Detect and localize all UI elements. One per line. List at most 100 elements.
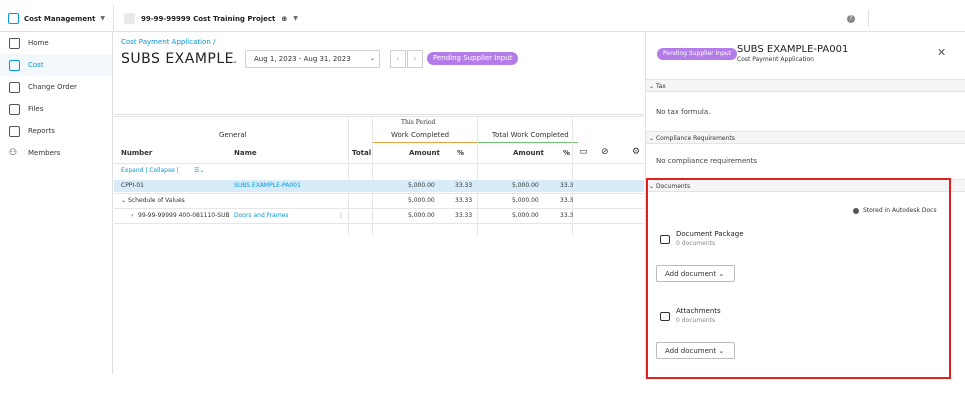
settings-icon[interactable]: ⚙ — [632, 147, 640, 157]
date-range-select[interactable]: Aug 1, 2023 - Aug 31, 2023 — [245, 50, 380, 68]
row-pct: 33.33 — [455, 182, 473, 189]
col-name-header[interactable]: Name — [234, 149, 257, 157]
detail-panel: Pending Supplier Input SUBS EXAMPLE-PA00… — [645, 32, 965, 379]
top-bar: Cost Management ▼ 99-99-99999 Cost Train… — [0, 5, 965, 32]
table-row[interactable]: CPPI-01 SUBS EXAMPLE-PA001 5,000.00 33.3… — [114, 180, 644, 192]
col-number-header[interactable]: Number — [121, 149, 152, 157]
sidebar-item-change-order[interactable]: Change Order — [0, 76, 112, 98]
globe-icon: ⊕ — [281, 14, 288, 23]
compliance-text: No compliance requirements — [656, 157, 757, 165]
prev-period-button[interactable]: ‹ — [390, 50, 406, 68]
row-pct2: 33.3 — [560, 182, 574, 189]
panel-subtitle: Cost Payment Application — [737, 56, 814, 63]
sidebar-item-home[interactable]: Home — [0, 32, 112, 54]
row-divider — [114, 193, 644, 194]
sidebar-item-label: Reports — [28, 127, 55, 135]
sidebar-item-label: Home — [28, 39, 49, 47]
total-accent-line — [478, 142, 578, 143]
documents-highlight-box — [646, 178, 951, 379]
members-icon: ⚇ — [9, 148, 18, 158]
row-amount2: 5,000.00 — [512, 212, 539, 219]
sidebar-item-label: Files — [28, 105, 44, 113]
row-more-icon[interactable]: ⋮ — [338, 212, 344, 219]
sidebar-item-label: Change Order — [28, 83, 77, 91]
row-amount2: 5,000.00 — [512, 197, 539, 204]
table-row[interactable]: ⌄ Schedule of Values 5,000.00 33.33 5,00… — [114, 195, 644, 207]
project-name: 99-99-99999 Cost Training Project — [141, 14, 276, 23]
change-order-icon — [9, 81, 20, 93]
cost-management-icon — [8, 13, 19, 24]
close-icon[interactable]: ✕ — [937, 46, 946, 59]
tax-header-label: Tax — [655, 83, 666, 90]
panel-title: SUBS EXAMPLE-PA001 — [737, 44, 849, 55]
grid-group-general: General — [219, 131, 247, 139]
sidebar-item-files[interactable]: Files — [0, 98, 112, 120]
row-amount: 5,000.00 — [408, 182, 435, 189]
date-range-value: Aug 1, 2023 - Aug 31, 2023 — [254, 55, 351, 63]
chevron-down-icon: ⌄ — [649, 135, 655, 142]
app-name: Cost Management — [24, 14, 96, 23]
row-divider — [114, 223, 644, 224]
project-selector[interactable]: 99-99-99999 Cost Training Project ⊕ ▼ — [113, 5, 298, 32]
check-circle-icon[interactable]: ⊘ — [601, 147, 609, 157]
panel-status-badge: Pending Supplier Input — [657, 48, 738, 60]
divider — [114, 114, 644, 115]
compliance-section-header[interactable]: ⌄ Compliance Requirements — [646, 131, 965, 144]
col-pct-header[interactable]: % — [457, 149, 464, 157]
sidebar-item-members[interactable]: ⚇ Members — [0, 142, 112, 164]
report-icon — [9, 125, 20, 137]
grid-group-total: Total Work Completed — [492, 131, 569, 139]
sidebar-item-reports[interactable]: Reports — [0, 120, 112, 142]
col-amount-header[interactable]: Amount — [409, 149, 440, 157]
page-title: SUBS EXAMPLE — [121, 51, 235, 67]
row-name[interactable]: Doors and Frames — [234, 212, 288, 219]
tax-section-header[interactable]: ⌄ Tax — [646, 79, 965, 92]
next-period-button[interactable]: › — [407, 50, 423, 68]
row-pct: 33.33 — [455, 212, 473, 219]
divider — [868, 10, 869, 27]
sidebar: Home Cost Change Order Files Reports ⚇ M… — [0, 32, 113, 374]
comment-icon[interactable]: ▭ — [579, 147, 588, 157]
chevron-down-icon: ▼ — [293, 15, 298, 22]
row-number: 99-99-99999 400-081110-SUB — [138, 212, 230, 219]
compliance-header-label: Compliance Requirements — [655, 135, 735, 142]
tax-text: No tax formula. — [656, 108, 711, 116]
col-total-header[interactable]: Total — [352, 149, 371, 157]
grid-group-period-top: This Period — [401, 119, 436, 126]
row-amount2: 5,000.00 — [512, 182, 539, 189]
period-accent-line — [372, 142, 477, 143]
expand-collapse-links[interactable]: Expand | Collapse | — [121, 167, 179, 174]
main-content: Cost Payment Application / SUBS EXAMPLE … — [114, 32, 644, 374]
row-number: CPPI-01 — [121, 182, 144, 189]
grid-top-line — [114, 116, 644, 117]
grid-group-period: Work Completed — [391, 131, 450, 139]
row-expand-icon[interactable]: › — [131, 212, 133, 219]
col-pct2-header[interactable]: % — [563, 149, 570, 157]
row-divider — [114, 208, 644, 209]
row-pct2: 33.3 — [560, 212, 574, 219]
list-toggle-icon[interactable]: ☰⌄ — [194, 167, 204, 174]
row-amount: 5,000.00 — [408, 197, 435, 204]
breadcrumb[interactable]: Cost Payment Application / — [121, 38, 215, 46]
file-icon — [9, 103, 20, 115]
cost-icon — [9, 59, 20, 71]
home-icon — [9, 37, 20, 49]
col-amount2-header[interactable]: Amount — [513, 149, 544, 157]
row-expand-icon[interactable]: ⌄ — [121, 197, 126, 204]
row-pct2: 33.3 — [560, 197, 574, 204]
chevron-down-icon: ⌄ — [649, 83, 655, 90]
table-row[interactable]: › 99-99-99999 400-081110-SUB Doors and F… — [114, 210, 644, 222]
row-name[interactable]: SUBS EXAMPLE-PA001 — [234, 182, 301, 189]
status-badge: Pending Supplier Input — [427, 52, 519, 65]
chevron-down-icon: ⌄ — [370, 55, 376, 62]
row-number: Schedule of Values — [128, 197, 185, 204]
chevron-down-icon: ▼ — [100, 15, 106, 22]
sidebar-item-label: Cost — [28, 61, 44, 69]
row-pct: 33.33 — [455, 197, 473, 204]
row-amount: 5,000.00 — [408, 212, 435, 219]
sidebar-item-label: Members — [28, 149, 61, 157]
title-chevron-icon[interactable]: ⌄ — [232, 57, 238, 65]
help-icon[interactable]: ? — [847, 15, 855, 23]
app-switcher[interactable]: Cost Management ▼ — [8, 13, 105, 24]
sidebar-item-cost[interactable]: Cost — [0, 54, 112, 76]
